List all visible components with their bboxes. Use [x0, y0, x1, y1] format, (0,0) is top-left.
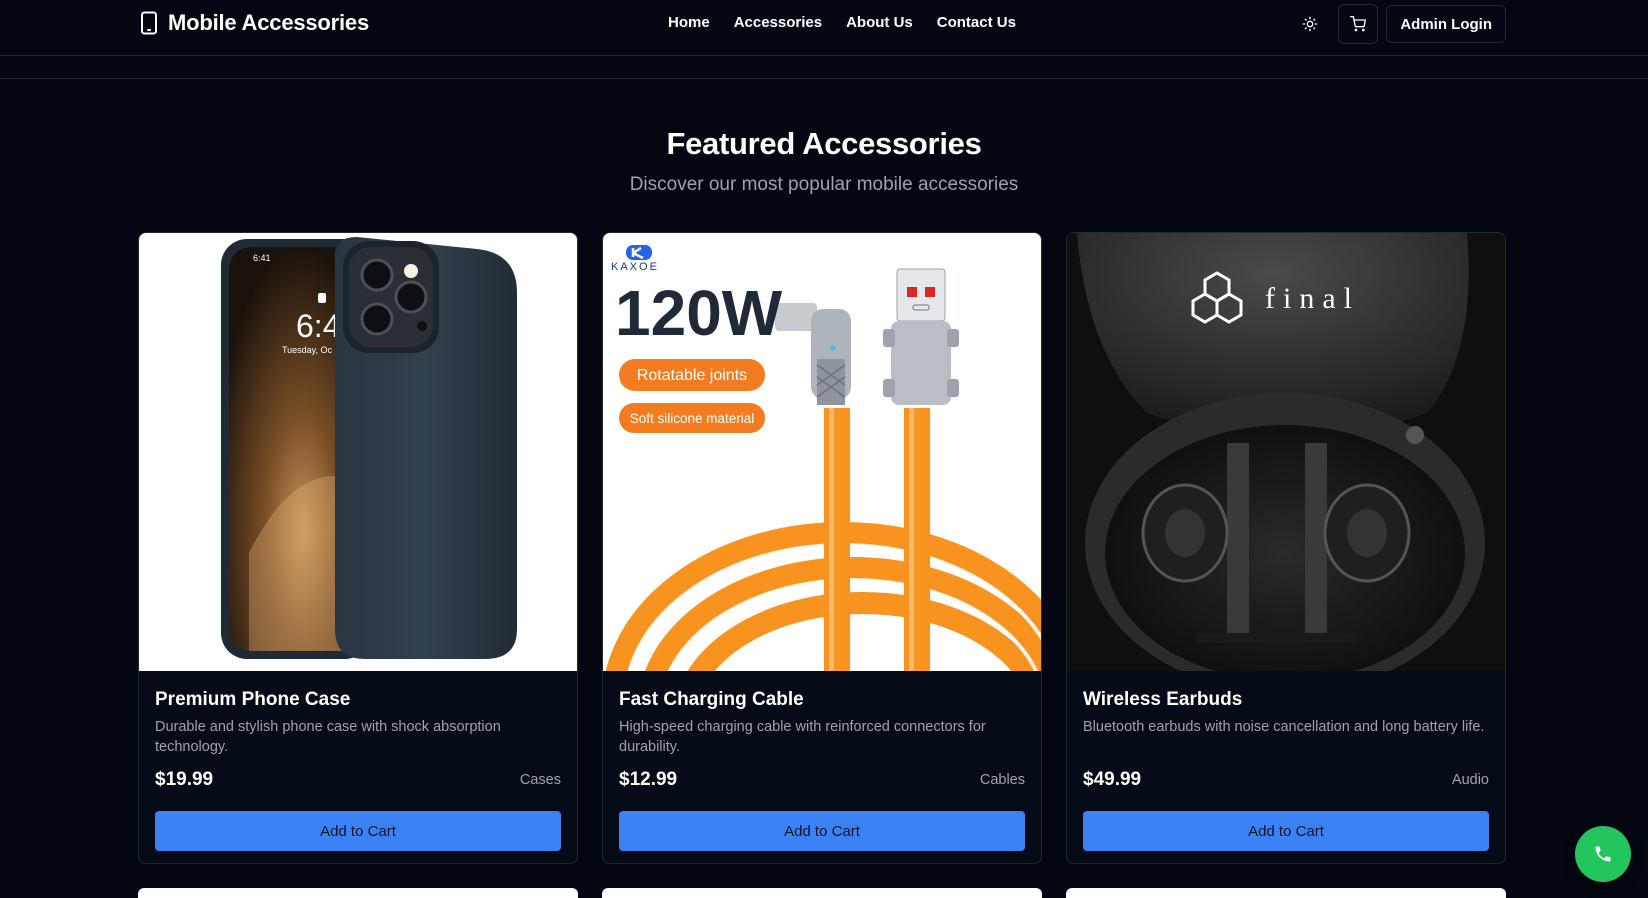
- header-actions: Admin Login: [1290, 4, 1506, 44]
- product-card-peek[interactable]: [602, 888, 1042, 898]
- product-card: KAXOE 120W Rotatable joints Soft silicon…: [602, 232, 1042, 864]
- product-card-peek[interactable]: [1066, 888, 1506, 898]
- product-name[interactable]: Fast Charging Cable: [619, 689, 1025, 711]
- phone-icon: [1595, 846, 1611, 862]
- product-price: $49.99: [1083, 769, 1142, 790]
- nav-contact-us[interactable]: Contact Us: [937, 14, 1016, 31]
- charging-cable-illustration: KAXOE 120W Rotatable joints Soft silicon…: [605, 245, 1041, 671]
- sun-icon: [1303, 16, 1318, 32]
- add-to-cart-button[interactable]: Add to Cart: [155, 811, 561, 851]
- brand-title: Mobile Accessories: [168, 10, 370, 35]
- admin-login-button[interactable]: Admin Login: [1386, 5, 1506, 43]
- product-card: 6:41 6:4 Tuesday, Oc Premium Phone Case …: [138, 232, 578, 864]
- call-button[interactable]: [1575, 826, 1631, 882]
- product-price: $19.99: [155, 769, 214, 790]
- product-description: Bluetooth earbuds with noise cancellatio…: [1083, 719, 1485, 735]
- product-price: $12.99: [619, 769, 678, 790]
- product-category: Cases: [519, 772, 561, 788]
- cable-tag-silicone: Soft silicone material: [630, 411, 755, 426]
- cart-button[interactable]: [1338, 4, 1379, 44]
- product-name[interactable]: Premium Phone Case: [155, 689, 561, 711]
- cable-brand-text: KAXOE: [611, 261, 659, 273]
- add-to-cart-button[interactable]: Add to Cart: [1083, 811, 1489, 851]
- product-description: Durable and stylish phone case with shoc…: [155, 719, 501, 755]
- section-title: Featured Accessories: [666, 126, 982, 161]
- nav-home[interactable]: Home: [668, 14, 710, 31]
- kaxoe-logo: KAXOE: [611, 245, 659, 273]
- smartphone-icon: [141, 11, 157, 35]
- phone-clock: 6:4: [296, 308, 340, 344]
- earbuds-brand-text: final: [1265, 282, 1360, 315]
- divider: [0, 78, 1648, 79]
- product-description: High-speed charging cable with reinforce…: [619, 719, 986, 755]
- product-card-peek[interactable]: [138, 888, 578, 898]
- product-card: final Wireless Earbuds Bluetooth earbuds…: [1066, 232, 1506, 864]
- nav-about-us[interactable]: About Us: [846, 14, 913, 31]
- product-category: Audio: [1451, 772, 1489, 788]
- phone-date: Tuesday, Oc: [282, 345, 333, 355]
- earbuds-illustration: final: [1067, 233, 1505, 671]
- cart-icon: [1350, 16, 1367, 32]
- brand[interactable]: Mobile Accessories: [140, 10, 369, 36]
- add-to-cart-button[interactable]: Add to Cart: [619, 811, 1025, 851]
- cable-wattage: 120W: [615, 277, 783, 349]
- product-image-phone-case[interactable]: 6:41 6:4 Tuesday, Oc: [139, 233, 577, 671]
- cable-tag-rotatable: Rotatable joints: [637, 367, 747, 384]
- phone-case-illustration: 6:41 6:4 Tuesday, Oc: [221, 237, 517, 659]
- product-category: Cables: [979, 772, 1025, 788]
- site-header: Mobile Accessories Home Accessories Abou…: [0, 0, 1648, 56]
- product-name[interactable]: Wireless Earbuds: [1083, 689, 1489, 711]
- section-subtitle: Discover our most popular mobile accesso…: [629, 174, 1019, 195]
- nav-accessories[interactable]: Accessories: [734, 14, 822, 31]
- theme-toggle-button[interactable]: [1290, 4, 1330, 44]
- main-nav: Home Accessories About Us Contact Us: [668, 14, 1016, 31]
- product-image-earbuds[interactable]: final: [1067, 233, 1505, 671]
- product-image-charging-cable[interactable]: KAXOE 120W Rotatable joints Soft silicon…: [603, 233, 1041, 671]
- phone-status-time: 6:41: [253, 253, 271, 263]
